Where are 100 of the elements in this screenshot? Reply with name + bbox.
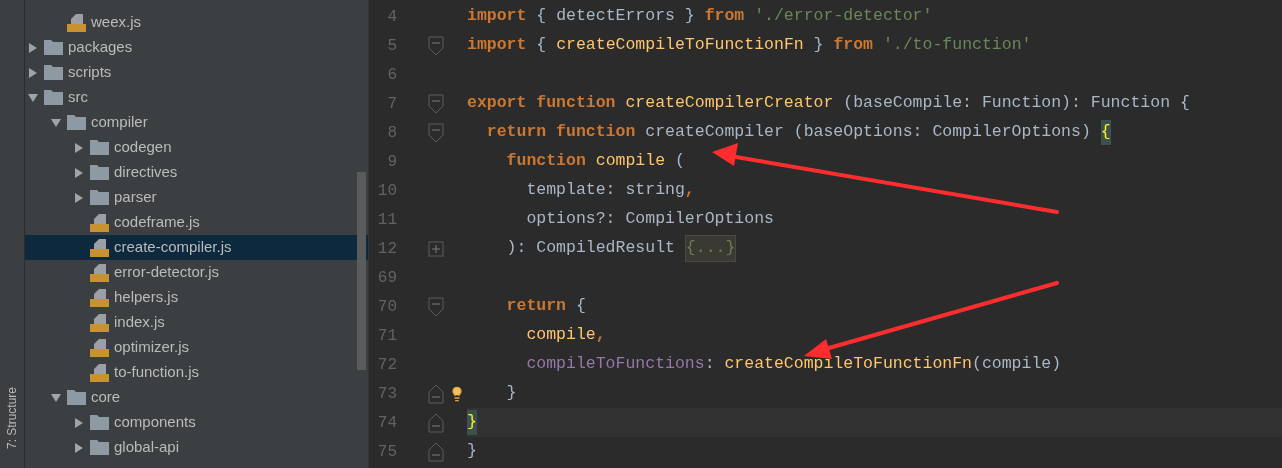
tree-row[interactable]: parser	[25, 185, 368, 210]
tree-item-label: src	[68, 87, 88, 108]
code-token: ,	[595, 324, 606, 347]
tree-row[interactable]: components	[25, 410, 368, 435]
expanded-arrow-icon[interactable]	[50, 391, 62, 404]
tree-item-label: helpers.js	[114, 287, 179, 308]
tree-item-label: packages	[68, 37, 133, 58]
code-token: compile	[525, 324, 596, 347]
tree-row[interactable]: scripts	[25, 60, 368, 85]
js-file-icon	[90, 263, 109, 282]
code-token: './to-function'	[881, 34, 1032, 57]
tree-item-label: weex.js	[91, 12, 142, 33]
collapsed-arrow-icon[interactable]	[27, 66, 39, 79]
tree-row[interactable]: error-detector.js	[25, 260, 368, 285]
code-token: createCompiler (baseOptions: CompilerOptions)	[645, 121, 1092, 144]
scrollbar-thumb[interactable]	[357, 172, 366, 370]
code-token: {	[1100, 120, 1111, 145]
js-file-icon	[67, 13, 86, 32]
folder-icon	[44, 90, 63, 105]
code-token: function	[505, 150, 587, 173]
fold-marker-icon[interactable]	[428, 35, 444, 56]
line-number: 73	[376, 383, 397, 405]
tree-row[interactable]: core	[25, 385, 368, 410]
tree-item-label: compiler	[91, 112, 148, 133]
folder-icon	[90, 165, 109, 180]
code-token: { detectErrors }	[535, 5, 696, 28]
collapsed-arrow-icon[interactable]	[73, 441, 85, 454]
tree-item-label: to-function.js	[114, 362, 200, 383]
js-file-icon	[90, 313, 109, 332]
tree-row[interactable]: codegen	[25, 135, 368, 160]
tree-row[interactable]: weex.js	[25, 10, 368, 35]
fold-marker-icon[interactable]	[428, 412, 444, 433]
fold-marker-icon[interactable]	[428, 122, 444, 143]
code-token: }	[505, 382, 517, 405]
expanded-arrow-icon[interactable]	[50, 116, 62, 129]
collapsed-arrow-icon[interactable]	[73, 141, 85, 154]
code-token: createCompileToFunctionFn	[556, 34, 804, 57]
folder-icon	[67, 390, 86, 405]
tree-row[interactable]: optimizer.js	[25, 335, 368, 360]
line-number: 8	[386, 122, 397, 144]
folder-icon	[90, 140, 109, 155]
code-token: }	[467, 410, 477, 435]
line-number: 71	[376, 325, 397, 347]
code-token: {...}	[684, 235, 737, 262]
code-token: template: string	[525, 179, 685, 202]
tree-row[interactable]: create-compiler.js	[25, 235, 368, 260]
js-file-icon	[90, 288, 109, 307]
tree-row[interactable]: packages	[25, 35, 368, 60]
code-token: {	[574, 295, 586, 318]
code-token: from	[833, 34, 873, 57]
tree-item-label: scripts	[68, 62, 112, 83]
line-number: 72	[376, 354, 397, 376]
js-file-icon	[90, 338, 109, 357]
line-number: 75	[376, 441, 397, 463]
tree-row[interactable]: to-function.js	[25, 360, 368, 385]
tree-item-label: components	[114, 412, 196, 433]
folder-icon	[90, 415, 109, 430]
code-token: options?: CompilerOptions	[525, 208, 774, 231]
tree-item-label: parser	[114, 187, 157, 208]
tree-row[interactable]: compiler	[25, 110, 368, 135]
collapsed-arrow-icon[interactable]	[73, 416, 85, 429]
fold-marker-icon[interactable]	[428, 93, 444, 114]
lightbulb-icon[interactable]	[449, 385, 465, 402]
js-file-icon	[90, 238, 109, 257]
code-token: ): CompiledResult	[505, 237, 676, 260]
tree-row[interactable]: src	[25, 85, 368, 110]
collapsed-arrow-icon[interactable]	[73, 166, 85, 179]
code-token: ,	[684, 179, 695, 202]
line-number: 7	[386, 93, 397, 115]
line-number: 9	[386, 151, 397, 173]
code-token: {	[535, 34, 548, 57]
line-number: 5	[386, 35, 397, 57]
fold-marker-icon[interactable]	[428, 441, 444, 462]
code-token: (baseCompile: Function): Function {	[842, 92, 1190, 115]
tree-item-label: optimizer.js	[114, 337, 190, 358]
fold-marker-icon[interactable]	[428, 296, 444, 317]
line-number: 70	[376, 296, 397, 318]
expand-marker-icon[interactable]	[428, 240, 444, 257]
code-token: (	[673, 150, 685, 173]
line-number: 10	[376, 180, 397, 202]
tree-row[interactable]: directives	[25, 160, 368, 185]
tree-row[interactable]: codeframe.js	[25, 210, 368, 235]
collapsed-arrow-icon[interactable]	[27, 41, 39, 54]
structure-tab[interactable]: 7: Structure	[3, 386, 21, 449]
tree-row[interactable]: index.js	[25, 310, 368, 335]
expanded-arrow-icon[interactable]	[27, 91, 39, 104]
tree-item-label: codegen	[114, 137, 172, 158]
tree-row[interactable]: helpers.js	[25, 285, 368, 310]
folder-icon	[67, 115, 86, 130]
line-number: 12	[376, 238, 397, 260]
tree-row[interactable]: global-api	[25, 435, 368, 460]
js-file-icon	[90, 363, 109, 382]
code-token: }	[467, 440, 477, 463]
tree-item-label: global-api	[114, 437, 180, 458]
tree-item-label: index.js	[114, 312, 165, 333]
fold-marker-icon[interactable]	[428, 383, 444, 404]
folder-icon	[90, 190, 109, 205]
code-token: from	[704, 5, 745, 28]
collapsed-arrow-icon[interactable]	[73, 191, 85, 204]
line-number: 69	[376, 267, 397, 289]
